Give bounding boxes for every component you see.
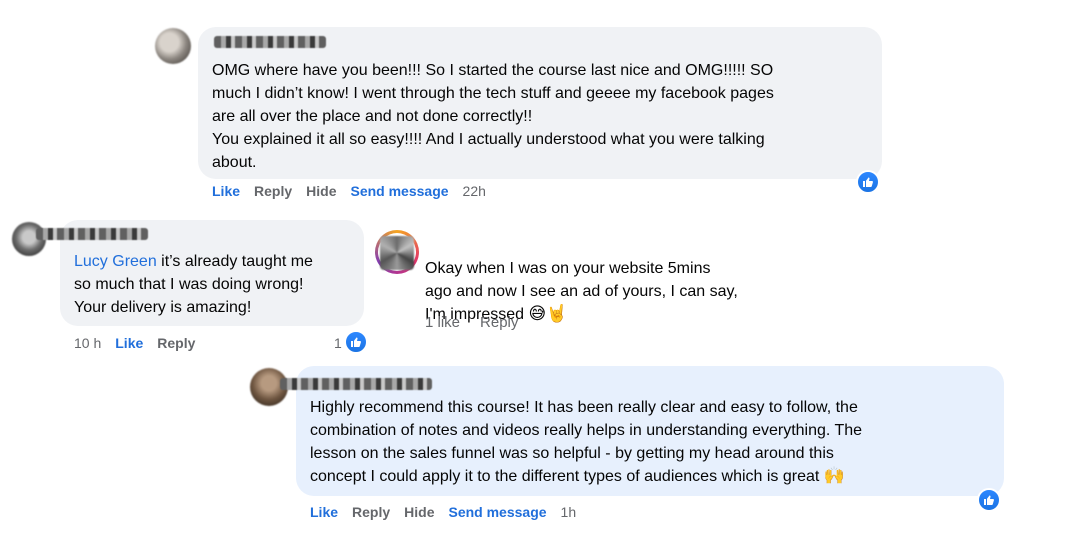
like-button[interactable]: Like (212, 183, 240, 199)
commenter-name[interactable] (280, 378, 432, 390)
comment-text: Okay when I was on your website 5mins ag… (425, 260, 738, 324)
hide-button[interactable]: Hide (404, 504, 434, 520)
commenter-avatar[interactable] (155, 28, 191, 64)
timestamp: 22h (462, 183, 486, 199)
comment-text: Highly recommend this course! It has bee… (310, 399, 863, 486)
raised-hands-emoji: 🙌 (823, 466, 845, 486)
reaction-count[interactable]: 1 (334, 335, 342, 351)
commenter-avatar[interactable] (380, 236, 414, 270)
reply-button[interactable]: Reply (352, 504, 390, 520)
comment-bubble: OMG where have you been!!! So I started … (198, 27, 882, 179)
comment-text: OMG where have you been!!! So I started … (212, 62, 774, 171)
comment-actions: 10 h Like Reply (74, 335, 209, 351)
comment-text: Lucy Green it’s already taught me so muc… (74, 253, 313, 316)
timestamp: 10 h (74, 335, 102, 351)
reply-button[interactable]: Reply (157, 335, 195, 351)
reply-button[interactable]: Reply (254, 183, 292, 199)
grinning-sweat-emoji: 😅🤘 (528, 304, 568, 324)
like-reaction-icon[interactable] (344, 330, 368, 354)
like-reaction-icon[interactable] (856, 170, 880, 194)
like-button[interactable]: Like (115, 335, 143, 351)
comment-actions: Like Reply Hide Send message 1h (310, 504, 590, 520)
mention-link[interactable]: Lucy Green (74, 253, 157, 270)
timestamp: 1h (560, 504, 577, 520)
comment-actions: Like Reply Hide Send message 22h (212, 183, 500, 199)
commenter-name[interactable] (36, 228, 148, 240)
send-message-button[interactable]: Send message (350, 183, 448, 199)
like-count[interactable]: 1 like (425, 314, 460, 331)
send-message-button[interactable]: Send message (448, 504, 546, 520)
comment-actions: 1 like Reply (425, 314, 532, 331)
reply-button[interactable]: Reply (480, 314, 518, 331)
hide-button[interactable]: Hide (306, 183, 336, 199)
like-reaction-icon[interactable] (977, 488, 1001, 512)
commenter-name[interactable] (214, 36, 326, 48)
like-button[interactable]: Like (310, 504, 338, 520)
